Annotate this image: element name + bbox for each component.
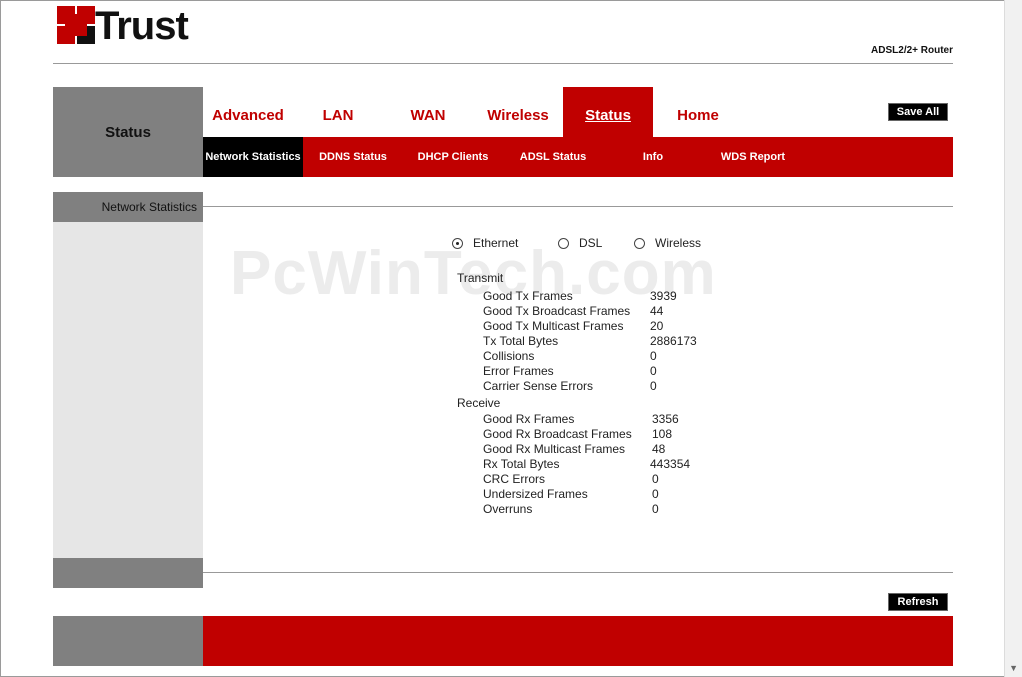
stat-label: Good Tx Frames — [483, 289, 573, 303]
stat-value: 0 — [650, 349, 657, 363]
radio-ethernet-label: Ethernet — [473, 236, 519, 250]
tab-advanced[interactable]: Advanced — [203, 87, 293, 137]
save-all-button[interactable]: Save All — [888, 103, 948, 121]
stat-value: 0 — [652, 502, 659, 516]
stat-value: 0 — [652, 487, 659, 501]
subtab-info[interactable]: Info — [603, 137, 703, 177]
stat-label: Overruns — [483, 502, 533, 516]
subtab-network-statistics[interactable]: Network Statistics — [203, 137, 303, 177]
tab-home[interactable]: Home — [653, 87, 743, 137]
stat-row: Carrier Sense Errors 0 — [483, 379, 733, 394]
stat-row: Good Tx Frames 3939 — [483, 289, 733, 304]
stat-value: 0 — [650, 379, 657, 393]
subtab-ddns-status[interactable]: DDNS Status — [303, 137, 403, 177]
logo-text: Trust — [95, 4, 189, 48]
tab-wan[interactable]: WAN — [383, 87, 473, 137]
stat-row: Good Tx Broadcast Frames 44 — [483, 304, 733, 319]
content-divider-bottom — [203, 572, 953, 573]
radio-selected-icon[interactable] — [452, 237, 463, 249]
radio-wireless-label: Wireless — [655, 236, 702, 250]
main-navigation: Advanced LAN WAN Wireless Status Home — [203, 87, 953, 137]
radio-unselected-icon[interactable] — [634, 237, 645, 249]
stat-value: 3939 — [650, 289, 677, 303]
sidebar: Network Statistics — [53, 192, 203, 588]
receive-heading: Receive — [457, 396, 501, 410]
stat-row: Error Frames 0 — [483, 364, 733, 379]
stat-row: Good Rx Multicast Frames 48 — [483, 442, 733, 457]
stat-label: Good Rx Broadcast Frames — [483, 427, 632, 441]
stat-value: 0 — [650, 364, 657, 378]
header-divider — [53, 63, 953, 64]
subtab-adsl-status[interactable]: ADSL Status — [503, 137, 603, 177]
stat-value: 44 — [650, 304, 664, 318]
stat-label: Good Rx Multicast Frames — [483, 442, 626, 456]
radio-wireless[interactable]: Wireless — [634, 236, 701, 250]
stat-row: Collisions 0 — [483, 349, 733, 364]
refresh-button[interactable]: Refresh — [888, 593, 948, 611]
stat-label: Good Tx Broadcast Frames — [483, 304, 631, 318]
stat-row: Good Tx Multicast Frames 20 — [483, 319, 733, 334]
footer-red-bar — [203, 616, 953, 666]
scroll-down-arrow-icon[interactable]: ▼ — [1009, 663, 1018, 673]
stat-value: 443354 — [650, 457, 691, 471]
stat-value: 108 — [652, 427, 673, 441]
radio-dsl-label: DSL — [579, 236, 603, 250]
content-divider-top — [203, 206, 953, 207]
radio-unselected-icon[interactable] — [558, 237, 569, 249]
vertical-scrollbar[interactable]: ▼ — [1004, 0, 1022, 677]
footer-left-block — [53, 616, 203, 666]
radio-ethernet[interactable]: Ethernet — [452, 236, 518, 250]
stat-row: Overruns 0 — [483, 502, 733, 517]
trust-logo-mark-icon — [57, 6, 97, 46]
stat-row: Undersized Frames 0 — [483, 487, 733, 502]
stat-label: CRC Errors — [483, 472, 545, 486]
subtab-wds-report[interactable]: WDS Report — [703, 137, 803, 177]
stat-row: Good Rx Frames 3356 — [483, 412, 733, 427]
sidebar-footer — [53, 558, 203, 588]
sidebar-title: Network Statistics — [53, 192, 203, 222]
stat-label: Error Frames — [483, 364, 554, 378]
radio-dsl[interactable]: DSL — [558, 236, 602, 250]
stat-label: Rx Total Bytes — [483, 457, 560, 471]
stat-row: Rx Total Bytes 443354 — [483, 457, 733, 472]
stat-label: Good Tx Multicast Frames — [483, 319, 624, 333]
section-title: Status — [53, 87, 203, 177]
stat-label: Collisions — [483, 349, 535, 363]
stat-label: Undersized Frames — [483, 487, 588, 501]
stat-value: 2886173 — [650, 334, 697, 348]
tab-status[interactable]: Status — [563, 87, 653, 137]
trust-logo: Trust — [57, 4, 189, 48]
stat-row: Good Rx Broadcast Frames 108 — [483, 427, 733, 442]
stat-value: 20 — [650, 319, 664, 333]
stat-value: 48 — [652, 442, 666, 456]
stat-label: Carrier Sense Errors — [483, 379, 594, 393]
stat-value: 0 — [652, 472, 659, 486]
stat-row: Tx Total Bytes 2886173 — [483, 334, 733, 349]
stat-label: Good Rx Frames — [483, 412, 575, 426]
tab-lan[interactable]: LAN — [293, 87, 383, 137]
stat-row: CRC Errors 0 — [483, 472, 733, 487]
stat-value: 3356 — [652, 412, 679, 426]
sub-navigation: Network Statistics DDNS Status DHCP Clie… — [203, 137, 953, 177]
subtab-dhcp-clients[interactable]: DHCP Clients — [403, 137, 503, 177]
tab-wireless[interactable]: Wireless — [473, 87, 563, 137]
router-model: ADSL2/2+ Router — [871, 45, 953, 56]
stat-label: Tx Total Bytes — [483, 334, 559, 348]
transmit-heading: Transmit — [457, 271, 504, 285]
